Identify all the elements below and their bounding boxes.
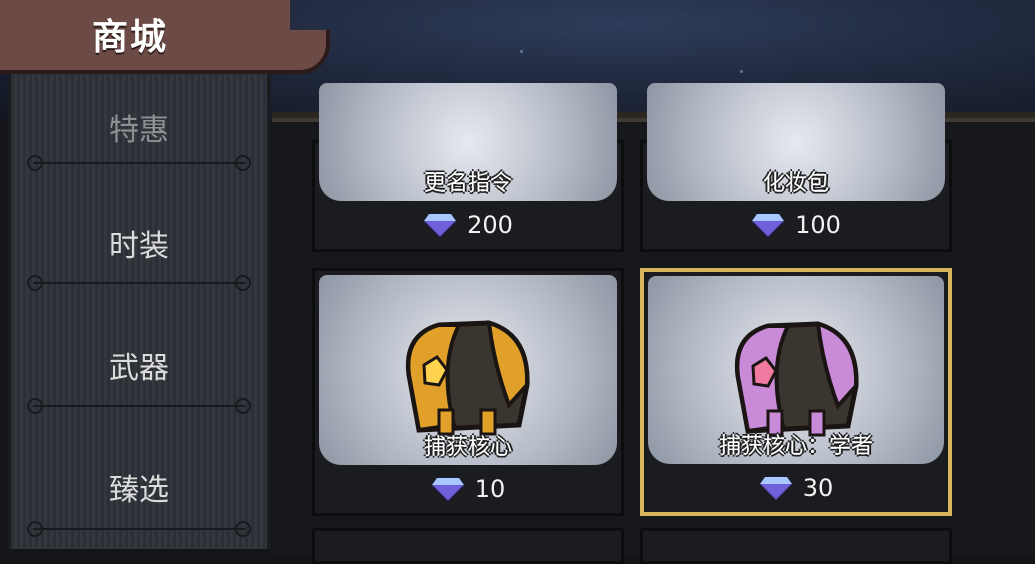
item-price: 10 (315, 471, 621, 507)
shop-item-card[interactable]: 化妆包 100 (640, 83, 952, 252)
item-price: 30 (644, 470, 948, 506)
shop-item-card[interactable]: 捕获核心 10 (312, 268, 624, 516)
price-value: 100 (795, 211, 841, 239)
title-banner: 商城 (0, 0, 330, 74)
sidebar-divider (27, 398, 251, 414)
diamond-icon (423, 213, 458, 238)
diamond-icon (430, 477, 465, 502)
shop-item-card-partial[interactable] (640, 528, 952, 564)
price-value: 10 (474, 475, 506, 503)
item-price: 200 (315, 207, 621, 243)
item-name: 捕获核心：学者 (718, 434, 873, 459)
sidebar-item-label: 武器 (109, 351, 169, 386)
item-name: 更名指令 (423, 171, 512, 196)
shop-item-card-selected[interactable]: 捕获核心：学者 30 (640, 268, 952, 516)
sidebar-divider (27, 275, 251, 291)
diamond-icon (751, 213, 786, 238)
sidebar-item-costume[interactable]: 时装 (11, 182, 267, 304)
item-price: 100 (643, 207, 949, 243)
item-name: 捕获核心 (423, 435, 512, 460)
diamond-icon (758, 476, 793, 501)
sidebar-item-label: 时装 (109, 229, 169, 264)
sidebar-divider (27, 155, 251, 171)
sidebar-item-deals[interactable]: 特惠 (11, 72, 267, 188)
shop-item-card[interactable]: 更名指令 200 (312, 83, 624, 252)
shop-item-card-partial[interactable] (312, 528, 624, 564)
sidebar-item-weapons[interactable]: 武器 (11, 304, 267, 426)
star-decoration (520, 50, 523, 53)
star-decoration (740, 70, 743, 73)
item-name: 化妆包 (762, 171, 829, 196)
page-title: 商城 (92, 17, 169, 58)
sidebar-item-label: 特惠 (109, 113, 169, 148)
price-value: 30 (802, 474, 834, 502)
sidebar-divider (27, 521, 251, 537)
sidebar-item-label: 臻选 (109, 473, 169, 508)
category-sidebar: 特惠 时装 武器 臻选 (8, 72, 271, 549)
price-value: 200 (467, 211, 513, 239)
